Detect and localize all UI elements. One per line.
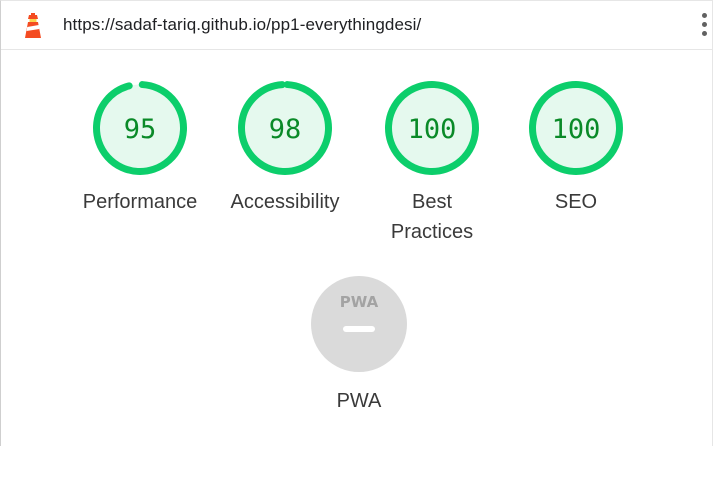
score-value: 100: [552, 114, 601, 145]
score-label: SEO: [554, 191, 598, 213]
pwa-badge-text: PWA: [339, 293, 379, 311]
gauge-performance[interactable]: 95 Performance: [65, 80, 215, 217]
score-value: 95: [124, 114, 157, 145]
gauge-accessibility-ring: 98: [238, 81, 332, 175]
score-label: Accessibility: [230, 191, 340, 213]
gauge-accessibility[interactable]: 98 Accessibility: [210, 80, 360, 217]
report-topbar: https://sadaf-tariq.github.io/pp1-everyt…: [1, 1, 712, 50]
score-value: 98: [269, 114, 302, 145]
lighthouse-icon: [25, 13, 41, 38]
pwa-label: PWA: [336, 390, 382, 412]
score-value: 100: [408, 114, 457, 145]
gauge-best-practices[interactable]: 100 Best Practices: [357, 80, 507, 247]
gauge-seo-ring: 100: [529, 81, 623, 175]
gauge-best-practices-ring: 100: [385, 81, 479, 175]
score-label: Best Practices: [390, 191, 474, 243]
score-label: Performance: [82, 191, 198, 213]
report-url[interactable]: https://sadaf-tariq.github.io/pp1-everyt…: [63, 15, 421, 35]
more-vert-icon[interactable]: [698, 11, 710, 41]
gauge-seo[interactable]: 100 SEO: [501, 80, 651, 217]
pwa-badge[interactable]: PWA: [311, 276, 407, 372]
gauge-performance-ring: 95: [93, 81, 187, 175]
pwa-dash-icon: [343, 326, 375, 332]
